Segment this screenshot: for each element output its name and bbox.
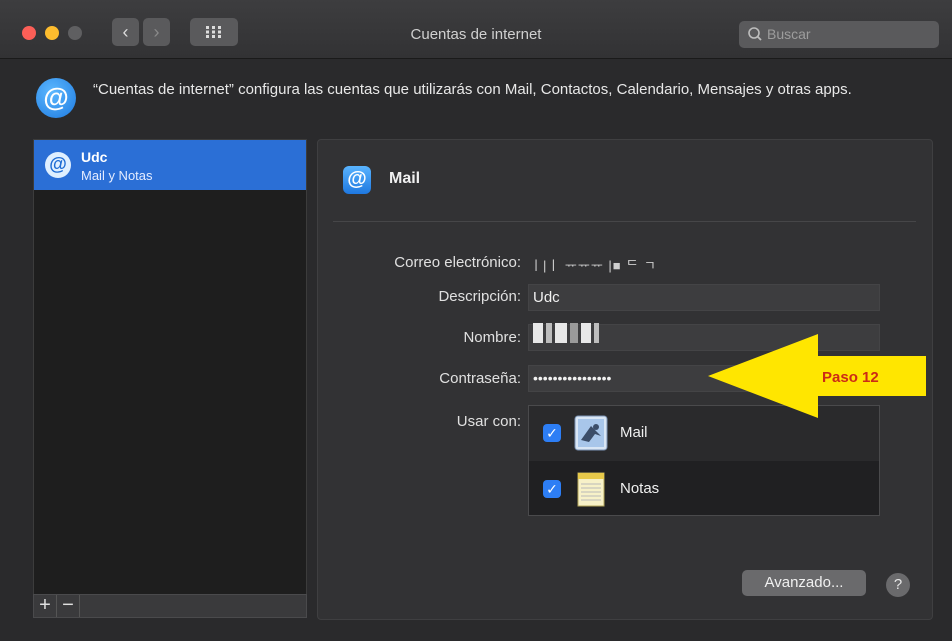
account-name: Udc: [81, 149, 108, 165]
name-label: Nombre:: [463, 329, 521, 346]
accounts-sidebar: @ Udc Mail y Notas: [33, 139, 307, 595]
add-account-button[interactable]: +: [34, 595, 57, 617]
at-sign-icon: @: [45, 152, 71, 178]
usar-con-label: Usar con:: [456, 413, 521, 430]
search-icon: [748, 27, 762, 41]
annotation-text: Paso 12: [822, 369, 879, 386]
help-button[interactable]: ?: [886, 573, 910, 597]
email-label: Correo electrónico:: [394, 254, 521, 271]
header-description: “Cuentas de internet” configura las cuen…: [93, 81, 852, 98]
description-label: Descripción:: [438, 288, 521, 305]
sidebar-toolbar: + −: [33, 594, 307, 618]
redacted-name: [533, 323, 599, 343]
password-label: Contraseña:: [439, 370, 521, 387]
at-sign-icon: @: [36, 78, 76, 118]
description-field[interactable]: [528, 284, 880, 311]
title-bar: ‹ › Cuentas de internet Buscar: [0, 0, 952, 59]
app-name: Mail: [620, 424, 648, 441]
annotation-arrow: [708, 334, 926, 418]
notes-app-icon: [577, 472, 605, 507]
mail-app-icon: [574, 415, 608, 451]
panel-title: Mail: [389, 170, 421, 187]
account-subtitle: Mail y Notas: [81, 168, 153, 183]
at-sign-icon: @: [343, 166, 371, 194]
notes-checkbox[interactable]: ✓: [543, 480, 561, 498]
list-item: ✓ Notas: [529, 462, 879, 517]
app-name: Notas: [620, 480, 660, 497]
advanced-button[interactable]: Avanzado...: [742, 570, 866, 596]
email-value: ㅣ|ㅣ ᅲᅲᅲ |■ ᄃ ㄱ: [530, 258, 657, 273]
search-placeholder: Buscar: [767, 26, 811, 42]
remove-account-button[interactable]: −: [57, 595, 80, 617]
sidebar-item-udc[interactable]: @ Udc Mail y Notas: [34, 140, 306, 190]
divider: [333, 221, 916, 222]
search-field[interactable]: Buscar: [739, 21, 939, 48]
mail-checkbox[interactable]: ✓: [543, 424, 561, 442]
